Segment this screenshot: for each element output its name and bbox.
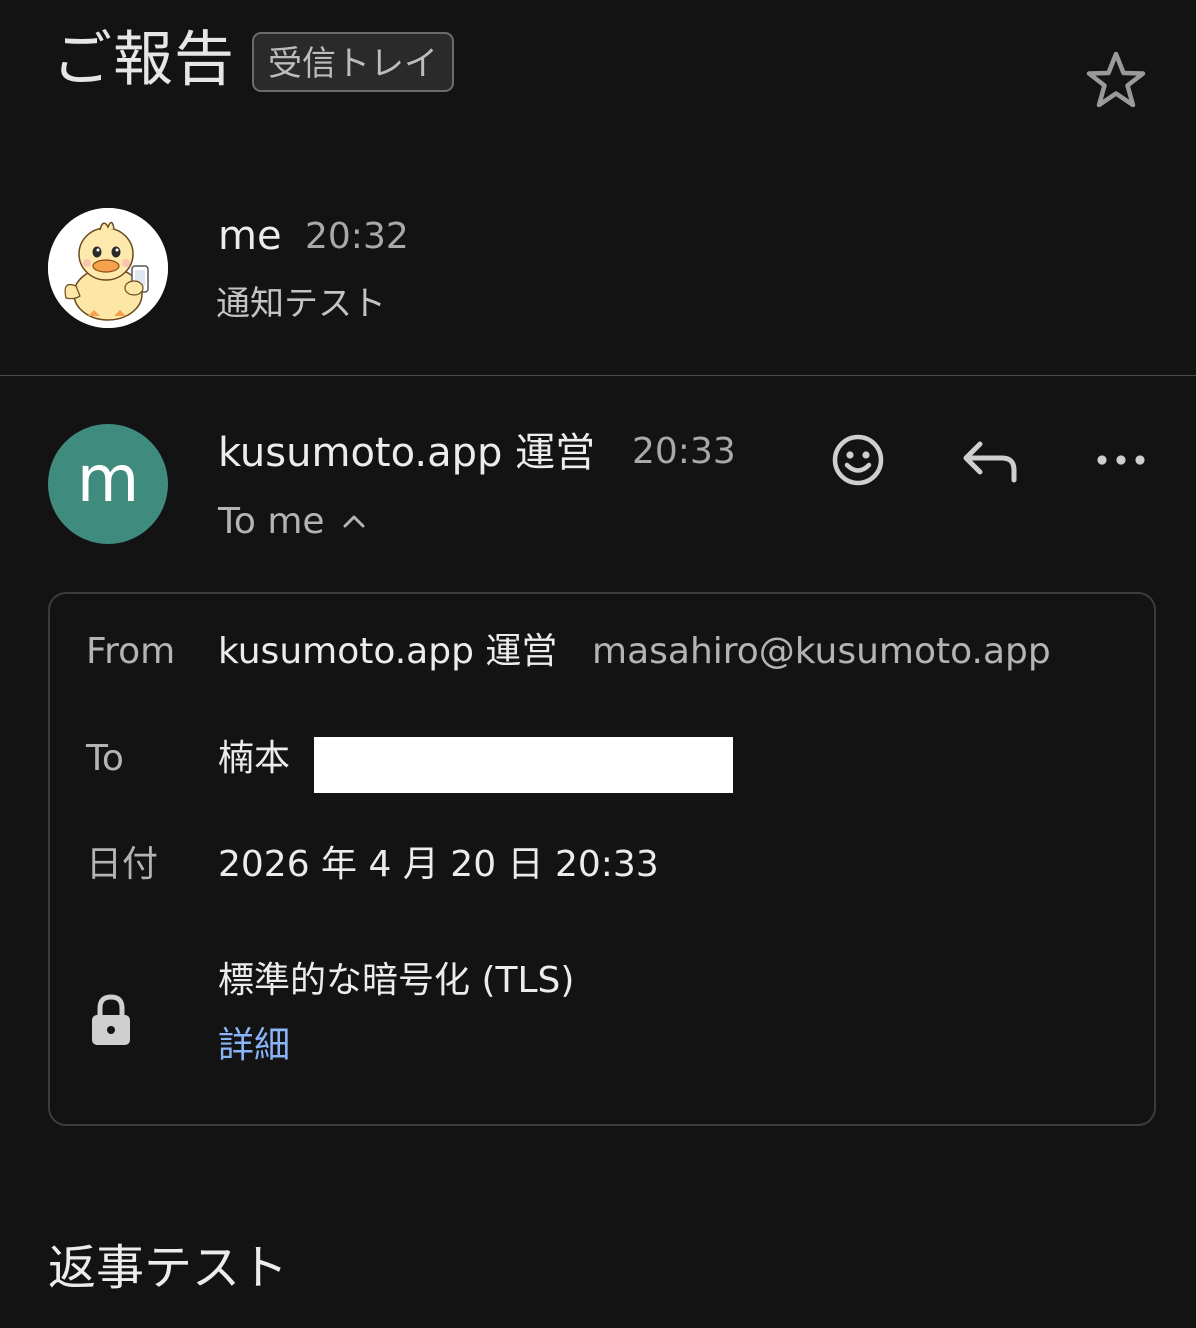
from-label: From [86, 631, 176, 672]
star-icon[interactable] [1082, 48, 1150, 116]
lock-icon [88, 992, 134, 1048]
sender-name[interactable]: kusumoto.app 運営 [218, 426, 595, 480]
message-body: 返事テスト [48, 1240, 289, 1296]
details-link[interactable]: 詳細 [218, 1022, 290, 1070]
emoji-icon[interactable] [826, 428, 890, 492]
to-label: To [86, 738, 124, 779]
reply-icon[interactable] [958, 430, 1022, 494]
date-label: 日付 [86, 844, 159, 885]
recipient-summary[interactable]: To me [218, 498, 325, 546]
message-time: 20:33 [632, 431, 736, 472]
duck-avatar-icon [48, 208, 168, 328]
chevron-up-icon[interactable] [340, 508, 368, 536]
avatar[interactable] [48, 208, 168, 328]
redacted-email [314, 737, 733, 793]
from-email[interactable]: masahiro@kusumoto.app [592, 628, 1051, 676]
message-snippet[interactable]: 通知テスト [216, 280, 386, 328]
avatar[interactable]: m [48, 424, 168, 544]
encryption-status: 標準的な暗号化 (TLS) [218, 960, 575, 1001]
date-value: 2026 年 4 月 20 日 20:33 [218, 844, 659, 885]
inbox-label-chip[interactable]: 受信トレイ [252, 32, 454, 92]
message-time: 20:32 [305, 216, 409, 257]
thread-subject: ご報告 [52, 25, 235, 95]
from-name[interactable]: kusumoto.app 運営 [218, 628, 557, 676]
to-name[interactable]: 楠本 [218, 735, 290, 783]
sender-name[interactable]: me [218, 210, 282, 262]
divider [0, 375, 1196, 376]
more-horizontal-icon[interactable] [1090, 428, 1154, 492]
